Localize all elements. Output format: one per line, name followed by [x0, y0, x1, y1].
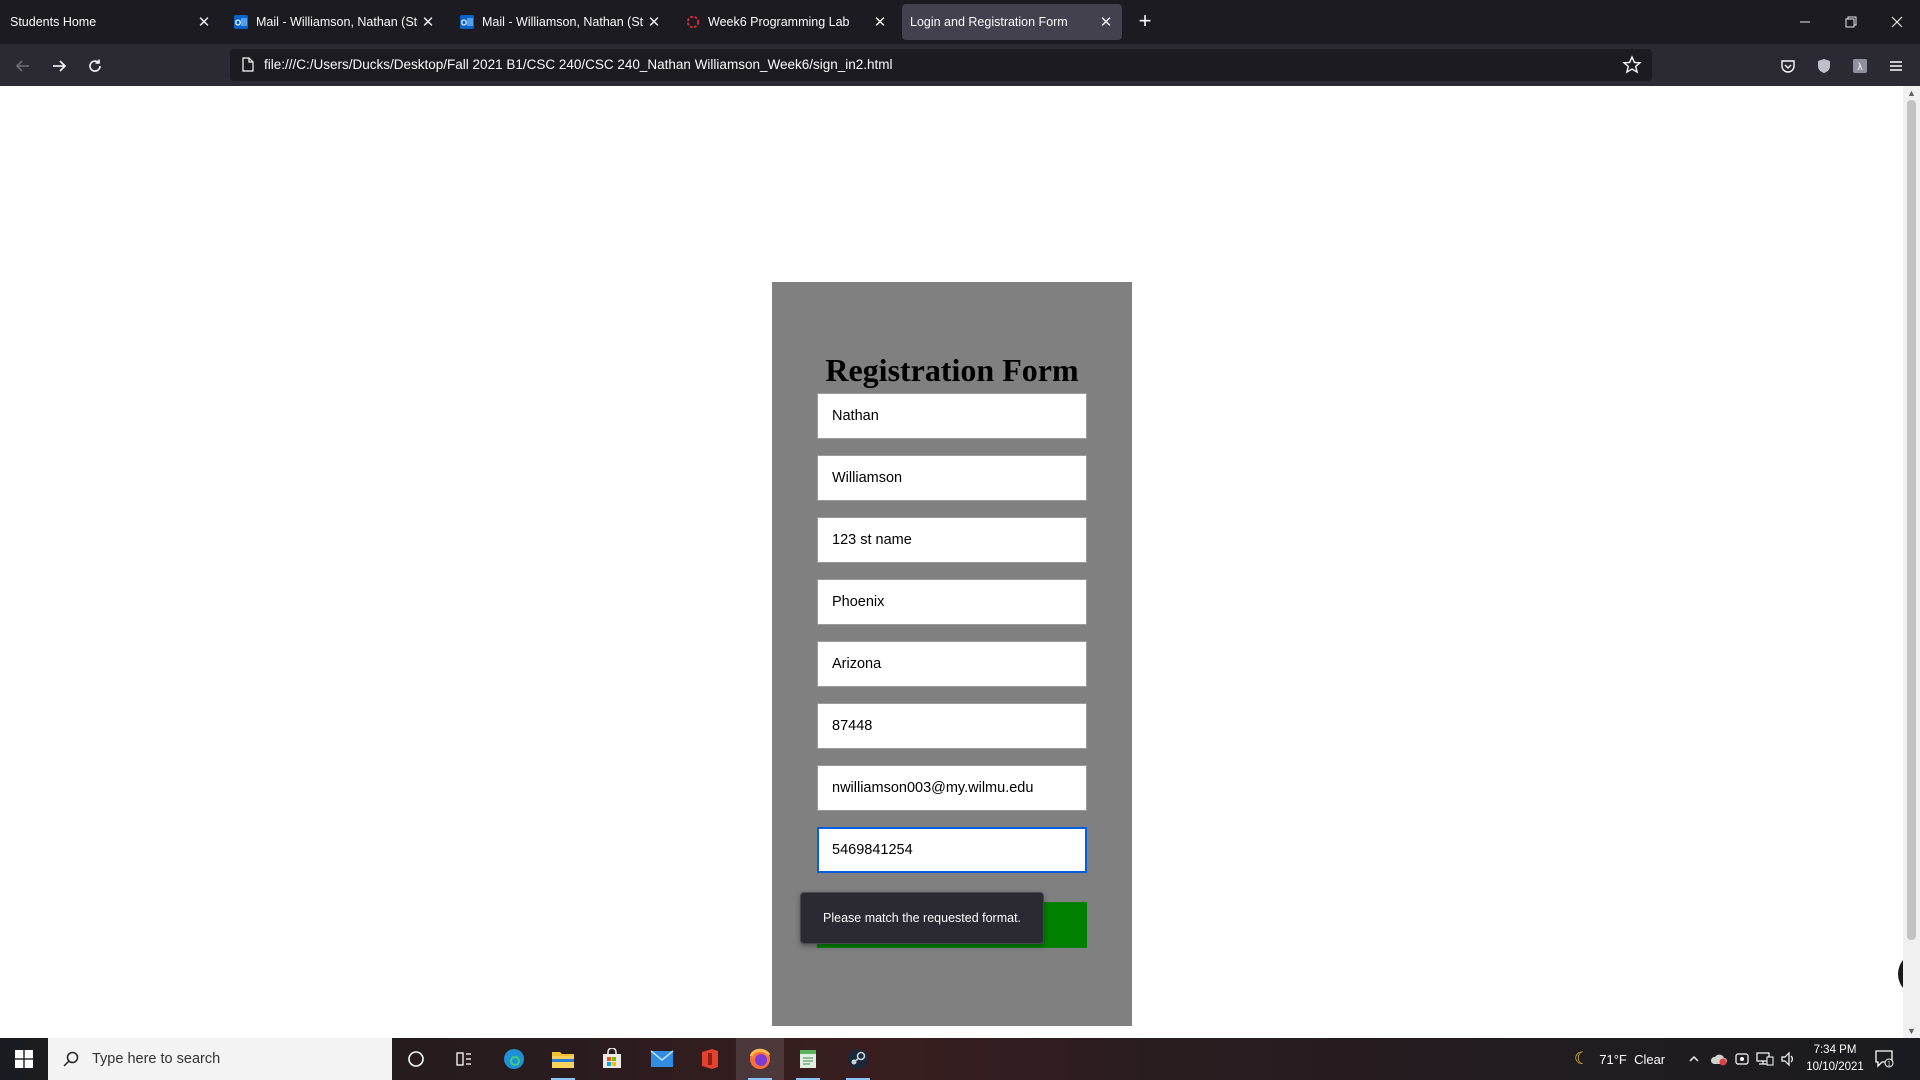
svg-text:λ: λ [1858, 62, 1863, 73]
tab-mail-1[interactable]: O Mail - Williamson, Nathan (Stud ✕ [228, 4, 444, 40]
windows-logo-icon [15, 1050, 33, 1068]
minimize-button[interactable] [1782, 8, 1828, 36]
tab-title: Week6 Programming Lab [708, 15, 850, 29]
form-title: Registration Form [825, 352, 1079, 388]
phone-field[interactable] [817, 827, 1087, 873]
taskbar-search[interactable]: Type here to search [48, 1038, 392, 1080]
address-bar[interactable]: file:///C:/Users/Ducks/Desktop/Fall 2021… [230, 49, 1652, 81]
notification-center-icon[interactable]: 1 [1874, 1048, 1896, 1070]
restore-button[interactable] [1828, 8, 1874, 36]
close-icon[interactable]: ✕ [418, 12, 438, 32]
show-hidden-icons[interactable] [1688, 1038, 1700, 1080]
tab-title: Login and Registration Form [910, 15, 1068, 29]
outlook-icon: O [460, 15, 474, 29]
web-page: Registration Form Please match the reque… [0, 86, 1920, 1038]
taskbar: Type here to search ☾ 71°F Clear 7:34 PM… [0, 1038, 1920, 1080]
volume-icon[interactable] [1780, 1038, 1796, 1080]
extension-icon[interactable]: λ [1850, 56, 1870, 76]
tab-week6-lab[interactable]: Week6 Programming Lab ✕ [680, 4, 896, 40]
close-icon[interactable]: ✕ [870, 12, 890, 32]
tab-title: Mail - Williamson, Nathan (Stud [482, 15, 644, 29]
weather-widget[interactable]: ☾ 71°F Clear [1574, 1038, 1665, 1080]
notepad-icon[interactable] [784, 1038, 832, 1080]
back-arrow-icon [15, 60, 29, 72]
back-button[interactable] [10, 53, 36, 79]
close-icon[interactable]: ✕ [644, 12, 664, 32]
tab-title: Students Home [10, 15, 97, 29]
chevron-up-icon [1689, 1056, 1699, 1062]
onedrive-icon[interactable] [1710, 1038, 1728, 1080]
validation-tooltip: Please match the requested format. [800, 892, 1045, 944]
url-text[interactable]: file:///C:/Users/Ducks/Desktop/Fall 2021… [264, 57, 893, 72]
clock[interactable]: 7:34 PM 10/10/2021 [1800, 1042, 1870, 1076]
page-icon [242, 57, 254, 72]
network-icon[interactable] [1756, 1038, 1774, 1080]
clock-date: 10/10/2021 [1806, 1061, 1864, 1073]
tab-login-registration[interactable]: Login and Registration Form ✕ [902, 4, 1122, 40]
state-field[interactable] [817, 641, 1087, 687]
reload-button[interactable] [82, 53, 108, 79]
mail-icon[interactable] [638, 1038, 686, 1080]
search-placeholder: Type here to search [92, 1051, 221, 1067]
email-field[interactable] [817, 765, 1087, 811]
tab-title: Mail - Williamson, Nathan (Stud [256, 15, 418, 29]
svg-text:O: O [461, 19, 467, 28]
start-button[interactable] [0, 1038, 48, 1080]
forward-button[interactable] [46, 53, 72, 79]
task-view-icon[interactable] [440, 1038, 488, 1080]
search-icon [63, 1051, 79, 1067]
scrollbar-thumb[interactable] [1907, 100, 1916, 940]
cortana-icon[interactable] [392, 1038, 440, 1080]
scroll-down-icon[interactable]: ▼ [1907, 1026, 1916, 1036]
last-name-field[interactable] [817, 455, 1087, 501]
edge-icon[interactable] [490, 1038, 538, 1080]
store-icon[interactable] [588, 1038, 636, 1080]
city-field[interactable] [817, 579, 1087, 625]
zip-field[interactable] [817, 703, 1087, 749]
steam-icon[interactable] [834, 1038, 882, 1080]
firefox-icon[interactable] [736, 1038, 784, 1080]
new-tab-button[interactable]: + [1133, 10, 1157, 34]
close-icon[interactable]: ✕ [194, 12, 214, 32]
forward-arrow-icon [53, 60, 67, 72]
vertical-scrollbar[interactable]: ▲ ▼ [1903, 86, 1920, 1038]
tab-students-home[interactable]: Students Home ✕ [4, 4, 220, 40]
outlook-icon: O [234, 15, 248, 29]
office-icon[interactable] [686, 1038, 734, 1080]
bookmark-star-icon[interactable] [1622, 55, 1642, 75]
weather-text: 71°F Clear [1599, 1051, 1666, 1067]
scroll-up-icon[interactable]: ▲ [1907, 88, 1916, 98]
shield-icon[interactable] [1814, 56, 1834, 76]
tab-mail-2[interactable]: O Mail - Williamson, Nathan (Stud ✕ [454, 4, 670, 40]
loading-icon [686, 15, 700, 29]
tab-strip: Students Home ✕ O Mail - Williamson, Nat… [0, 0, 1920, 44]
navigation-toolbar: file:///C:/Users/Ducks/Desktop/Fall 2021… [0, 44, 1920, 86]
clock-time: 7:34 PM [1813, 1044, 1857, 1056]
close-window-button[interactable] [1874, 8, 1920, 36]
pocket-icon[interactable] [1778, 56, 1798, 76]
registration-form: Registration Form Please match the reque… [772, 282, 1132, 1026]
file-explorer-icon[interactable] [539, 1038, 587, 1080]
menu-icon[interactable] [1886, 56, 1906, 76]
first-name-field[interactable] [817, 393, 1087, 439]
moon-icon: ☾ [1574, 1049, 1590, 1068]
address-field[interactable] [817, 517, 1087, 563]
close-icon[interactable]: ✕ [1096, 12, 1116, 32]
reload-icon [89, 59, 101, 72]
meet-now-icon[interactable] [1734, 1038, 1750, 1080]
svg-text:O: O [235, 19, 241, 28]
